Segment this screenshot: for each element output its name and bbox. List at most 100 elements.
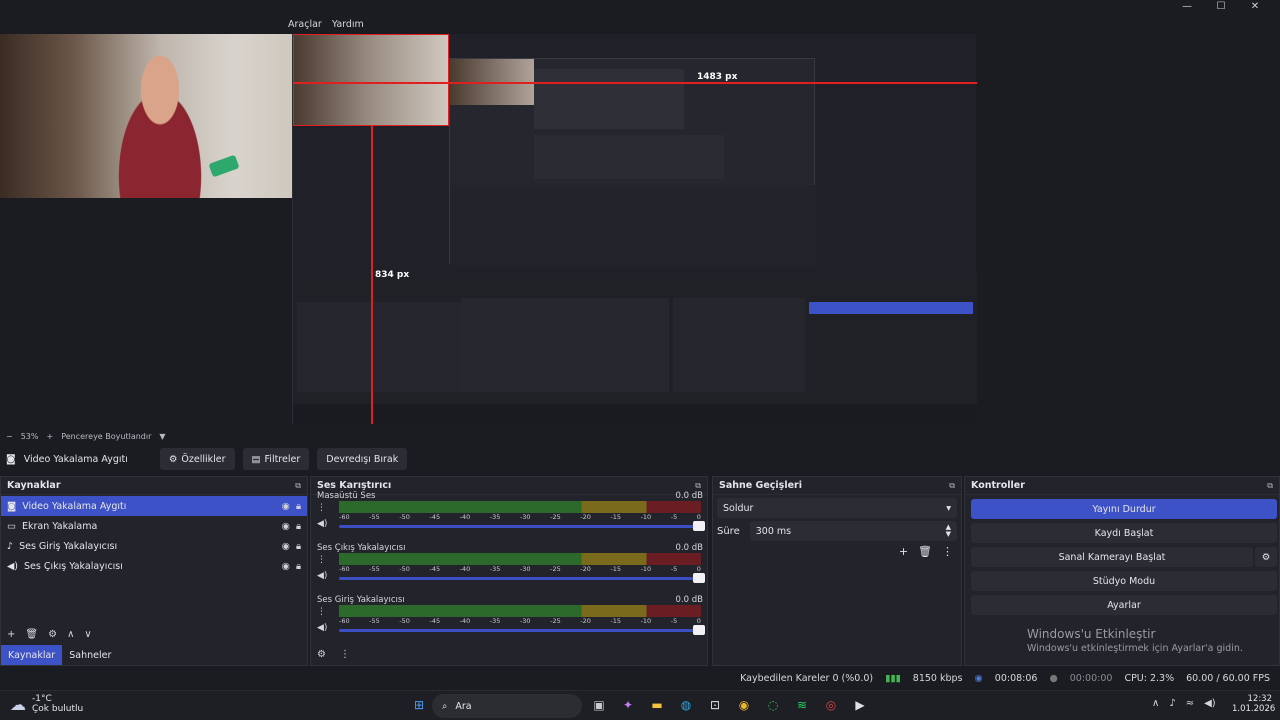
lock-icon[interactable]: 🔒︎ [296, 541, 301, 552]
kebab-menu-icon[interactable]: ⋮ [317, 503, 326, 513]
eye-icon[interactable]: ◉ [282, 561, 290, 572]
menu-help[interactable]: Yardım [332, 19, 364, 30]
zoom-in-button[interactable]: + [46, 432, 53, 441]
kebab-menu-icon[interactable]: ⋮ [340, 649, 350, 660]
nested-docks [293, 274, 977, 424]
menu-tools[interactable]: Araçlar [288, 19, 322, 30]
whatsapp-icon[interactable]: ◌ [762, 694, 784, 716]
kebab-menu-icon[interactable]: ⋮ [942, 545, 953, 558]
volume-icon[interactable]: ◀︎) [1204, 698, 1216, 709]
properties-button[interactable]: ⚙ Özellikler [159, 448, 235, 470]
channel-name: Ses Giriş Yakalayıcısı [317, 595, 405, 605]
taskbar-search[interactable]: ⌕ Ara [432, 694, 582, 718]
zoom-out-button[interactable]: − [6, 432, 13, 441]
selected-source-name: Video Yakalama Aygıtı [23, 453, 128, 465]
kebab-menu-icon[interactable]: ⋮ [317, 555, 326, 565]
tab-sources[interactable]: Kaynaklar [1, 645, 63, 665]
bitrate: 8150 kbps [912, 672, 963, 684]
weather-widget[interactable]: ☁ -1°C Çok bulutlu [10, 694, 83, 714]
filter-icon: ▤ [251, 453, 261, 465]
maximize-button[interactable]: ☐ [1204, 0, 1238, 14]
eye-icon[interactable]: ◉ [282, 501, 290, 512]
preview-canvas[interactable]: 1483 px 834 px [0, 34, 1280, 428]
stream-icon: ◉ [974, 672, 983, 684]
fit-to-window[interactable]: Pencereye Boyutlandır [61, 432, 151, 441]
trash-icon[interactable]: 🗑︎ [25, 629, 38, 640]
meter-ticks: -60 -55 -50 -45 -40 -35 -30 -25 -20 -15 -10 -5 0 [339, 565, 701, 573]
microphone-icon: ♪ [7, 540, 14, 552]
arrow-down-icon[interactable]: ∨ [84, 629, 91, 640]
nested-transitions-dock [673, 298, 805, 392]
arrow-up-icon[interactable]: ∧ [67, 629, 74, 640]
chevron-up-icon[interactable]: ∧ [1152, 698, 1159, 709]
stop-stream-button[interactable]: Yayını Durdur [971, 499, 1277, 519]
add-icon[interactable]: + [7, 629, 15, 640]
tab-scenes[interactable]: Sahneler [62, 645, 118, 665]
undock-icon[interactable]: ⧉ [295, 481, 301, 491]
edge-icon[interactable]: ◍ [675, 694, 697, 716]
wifi-icon[interactable]: ≈ [1186, 698, 1194, 709]
copilot-icon[interactable]: ✦ [617, 694, 639, 716]
lock-icon[interactable]: 🔒︎ [296, 561, 301, 572]
volume-slider[interactable] [339, 625, 705, 635]
transition-select[interactable]: Soldur ▾ [717, 498, 957, 518]
store-icon[interactable]: ⊡ [704, 694, 726, 716]
microphone-icon[interactable]: ♪ [1169, 698, 1175, 709]
lock-icon[interactable]: 🔒︎ [296, 501, 301, 512]
undock-icon[interactable]: ⧉ [695, 481, 701, 491]
stepper-icon[interactable]: ▲ ▼ [946, 524, 951, 538]
advanced-audio-icon[interactable]: ⚙ [317, 649, 326, 660]
source-label: Ses Giriş Yakalayıcısı [19, 540, 118, 552]
guide-line-vertical [371, 126, 373, 424]
source-label: Ekran Yakalama [21, 520, 98, 532]
trash-icon[interactable]: 🗑︎ [918, 545, 932, 558]
duration-input[interactable]: 300 ms ▲ ▼ [749, 521, 957, 541]
eye-icon[interactable]: ◉ [282, 541, 290, 552]
kebab-menu-icon[interactable]: ⋮ [317, 607, 326, 617]
spotify-icon[interactable]: ≋ [791, 694, 813, 716]
task-view-icon[interactable]: ▣ [588, 694, 610, 716]
speaker-icon[interactable]: ◀︎) [317, 519, 327, 529]
add-icon[interactable]: + [899, 545, 908, 558]
slider-handle[interactable] [693, 573, 705, 583]
filters-button[interactable]: ▤ Filtreler [242, 448, 310, 470]
volume-meter [339, 553, 701, 565]
start-virtual-camera-button[interactable]: Sanal Kamerayı Başlat [971, 547, 1253, 567]
start-recording-button[interactable]: Kaydı Başlat [971, 523, 1277, 543]
mixer-channel-desktop: Masaüstü Ses 0.0 dB ⋮ -60 -55 -50 -45 -40 -35… [317, 491, 707, 543]
minimize-button[interactable]: — [1170, 0, 1204, 14]
zoom-dropdown-icon[interactable]: ▼ [159, 432, 165, 441]
deactivate-button[interactable]: Devredışı Bırak [317, 448, 408, 470]
clock[interactable]: 12:32 1.01.2026 [1232, 694, 1275, 714]
source-item-audio-output[interactable]: ◀︎) Ses Çıkış Yakalayıcısı ◉ 🔒︎ [1, 556, 307, 576]
gear-icon[interactable]: ⚙ [48, 629, 57, 640]
slider-handle[interactable] [693, 521, 705, 531]
duration-row: Süre 300 ms ▲ ▼ [717, 521, 957, 541]
media-player-icon[interactable]: ▶ [849, 694, 871, 716]
settings-button[interactable]: Ayarlar [971, 595, 1277, 615]
file-explorer-icon[interactable]: ▬ [646, 694, 668, 716]
taskbar-apps: ▣ ✦ ▬ ◍ ⊡ ◉ ◌ ≋ ◎ ▶ [588, 694, 871, 716]
nested-camera-frame [293, 34, 449, 126]
start-icon[interactable]: ⊞ [408, 694, 430, 716]
slider-handle[interactable] [693, 625, 705, 635]
source-item-audio-input[interactable]: ♪ Ses Giriş Yakalayıcısı ◉ 🔒︎ [1, 536, 307, 556]
virtual-camera-settings-button[interactable]: ⚙ [1255, 547, 1277, 567]
obs-icon[interactable]: ◎ [820, 694, 842, 716]
studio-mode-button[interactable]: Stüdyo Modu [971, 571, 1277, 591]
eye-icon[interactable]: ◉ [282, 521, 290, 532]
gear-icon: ⚙ [1261, 551, 1271, 563]
chrome-icon[interactable]: ◉ [733, 694, 755, 716]
source-label: Video Yakalama Aygıtı [22, 500, 127, 512]
speaker-icon[interactable]: ◀︎) [317, 623, 327, 633]
signal-icon: ▮▮▮ [885, 672, 901, 684]
source-item-screen-capture[interactable]: ▭ Ekran Yakalama ◉ 🔒︎ [1, 516, 307, 536]
close-button[interactable]: ✕ [1238, 0, 1272, 14]
volume-slider[interactable] [339, 521, 705, 531]
undock-icon[interactable]: ⧉ [949, 481, 955, 491]
lock-icon[interactable]: 🔒︎ [296, 521, 301, 532]
source-item-video-capture[interactable]: ◙ Video Yakalama Aygıtı ◉ 🔒︎ [1, 496, 307, 516]
undock-icon[interactable]: ⧉ [1267, 481, 1273, 491]
volume-slider[interactable] [339, 573, 705, 583]
speaker-icon[interactable]: ◀︎) [317, 571, 327, 581]
